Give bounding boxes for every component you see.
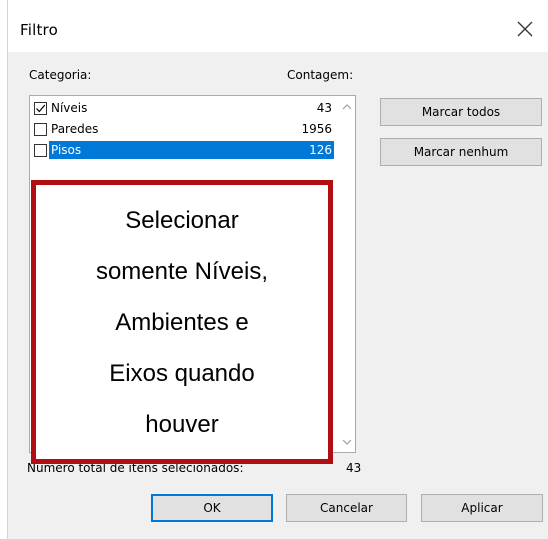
list-item-text: Pisos 126 (49, 141, 334, 159)
check-all-button[interactable]: Marcar todos (380, 98, 542, 126)
count-label: Contagem: (287, 68, 354, 82)
category-name: Paredes (51, 122, 99, 136)
annotation-line: houver (145, 410, 219, 438)
annotation-line: Eixos quando (109, 359, 255, 387)
annotation-line: Selecionar (125, 206, 239, 234)
category-label: Categoria: (29, 68, 92, 82)
filter-dialog: Filtro Categoria: Contagem: Níveis 43 Pa… (0, 0, 548, 539)
annotation-callout: Selecionar somente Níveis, Ambientes e E… (31, 180, 333, 464)
annotation-line: somente Níveis, (95, 257, 269, 285)
close-icon (517, 21, 533, 37)
cancel-button[interactable]: Cancelar (286, 494, 407, 522)
title-bar[interactable]: Filtro (8, 0, 548, 52)
annotation-line: Ambientes e (115, 308, 249, 336)
check-none-button[interactable]: Marcar nenhum (380, 138, 542, 166)
list-item-paredes[interactable]: Paredes 1956 (34, 119, 334, 139)
checkbox-paredes[interactable] (34, 122, 47, 136)
checkbox-niveis[interactable] (34, 101, 47, 115)
category-name: Níveis (51, 101, 88, 115)
checkbox-pisos[interactable] (34, 143, 47, 157)
apply-button[interactable]: Aplicar (421, 494, 543, 522)
ok-button[interactable]: OK (151, 494, 273, 522)
list-item-niveis[interactable]: Níveis 43 (34, 98, 334, 118)
category-count: 43 (316, 101, 332, 115)
category-name: Pisos (51, 143, 82, 157)
chevron-down-icon (342, 439, 351, 445)
dialog-title: Filtro (20, 21, 58, 39)
list-item-text: Paredes 1956 (49, 120, 334, 138)
close-button[interactable] (510, 14, 540, 44)
list-item-text: Níveis 43 (49, 99, 334, 117)
checkmark-icon (36, 104, 46, 112)
category-count: 126 (309, 143, 332, 157)
scroll-down-button[interactable] (338, 433, 355, 450)
list-scrollbar[interactable] (338, 96, 355, 452)
scroll-up-button[interactable] (338, 98, 355, 115)
total-selected-value: 43 (346, 461, 362, 475)
category-count: 1956 (301, 122, 332, 136)
list-item-pisos[interactable]: Pisos 126 (34, 140, 334, 160)
chevron-up-icon (342, 103, 351, 109)
